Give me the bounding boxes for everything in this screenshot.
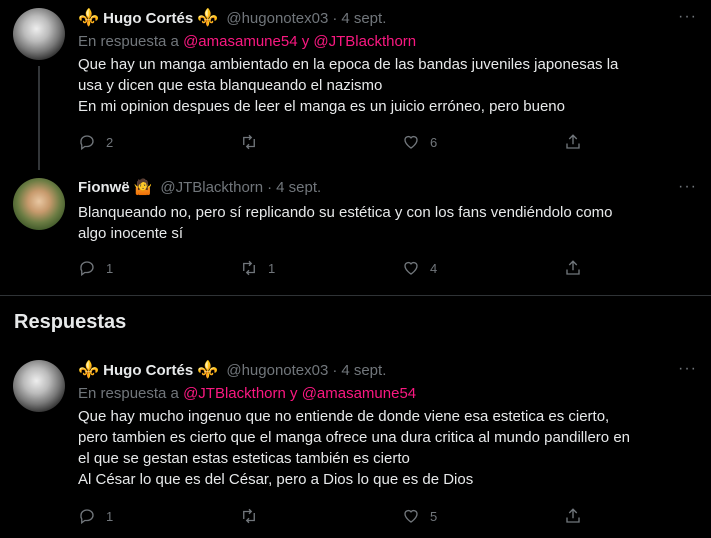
author-name[interactable]: Fionwë [78, 179, 130, 196]
share-button[interactable] [564, 506, 592, 526]
share-icon [566, 134, 580, 149]
share-button[interactable] [564, 258, 592, 278]
reply-prefix: En respuesta a [78, 385, 179, 402]
tweet-date[interactable]: 4 sept. [276, 179, 321, 196]
like-button[interactable]: 4 [402, 258, 564, 278]
avatar[interactable] [13, 8, 65, 60]
avatar[interactable] [13, 178, 65, 230]
tweet-header: ⚜️ Hugo Cortés ⚜️ @hugonotex03 · 4 sept. [78, 8, 386, 28]
tweet-text: Que hay mucho ingenuo que no entiende de… [78, 406, 698, 490]
retweet-button[interactable] [240, 506, 402, 526]
text-line: Blanqueando no, pero sí replicando su es… [78, 204, 613, 221]
author-handle[interactable]: @hugonotex03 [226, 362, 328, 379]
like-button[interactable]: 5 [402, 506, 564, 526]
section-divider [0, 295, 711, 296]
reply-join: y [290, 385, 298, 402]
reply-button[interactable]: 1 [78, 506, 240, 526]
reply-button[interactable]: 2 [78, 132, 240, 152]
retweet-count: 1 [268, 260, 276, 276]
tweet-date[interactable]: 4 sept. [341, 362, 386, 379]
share-button[interactable] [564, 132, 592, 152]
like-count: 5 [430, 508, 438, 524]
tweet-actions: 1 5 [78, 506, 598, 526]
separator-dot: · [332, 9, 338, 27]
text-line: En mi opinion despues de leer el manga e… [78, 98, 565, 115]
share-icon [566, 508, 580, 523]
thread-connector [38, 66, 40, 170]
author-handle[interactable]: @JTBlackthorn [160, 179, 263, 196]
reply-join: y [301, 33, 310, 50]
reply-count: 1 [106, 260, 114, 276]
mention-link[interactable]: @amasamune54 [183, 33, 297, 50]
heart-icon [404, 261, 418, 275]
reply-icon [80, 261, 94, 277]
fleur-de-lis-icon: ⚜️ [78, 360, 100, 379]
fleur-de-lis-icon: ⚜️ [197, 8, 219, 27]
avatar[interactable] [13, 360, 65, 412]
separator-dot: · [267, 178, 273, 196]
tweet-date[interactable]: 4 sept. [341, 10, 386, 27]
tweet-3[interactable]: ⚜️ Hugo Cortés ⚜️ @hugonotex03 · 4 sept.… [0, 352, 711, 538]
mention-link[interactable]: @JTBlackthorn [313, 33, 416, 50]
more-options-icon[interactable]: ··· [678, 360, 697, 378]
more-options-icon[interactable]: ··· [678, 8, 697, 26]
reply-button[interactable]: 1 [78, 258, 240, 278]
text-line: pero tambien es cierto que el manga ofre… [78, 429, 630, 446]
text-line: Que hay un manga ambientado en la epoca … [78, 56, 619, 73]
retweet-icon [243, 260, 255, 276]
retweet-button[interactable] [240, 132, 402, 152]
text-line: usa y dicen que esta blanqueando el nazi… [78, 77, 383, 94]
heart-icon [404, 135, 418, 149]
reply-context: En respuesta a @amasamune54 y @JTBlackth… [78, 33, 416, 50]
text-line: algo inocente sí [78, 225, 184, 242]
tweet-actions: 1 1 4 [78, 258, 598, 278]
more-options-icon[interactable]: ··· [678, 178, 697, 196]
text-line: el que se gestan estas esteticas también… [78, 450, 410, 467]
like-count: 6 [430, 134, 438, 150]
author-name[interactable]: Hugo Cortés [103, 10, 193, 27]
reply-prefix: En respuesta a [78, 33, 179, 50]
mention-link[interactable]: @amasamune54 [302, 385, 416, 402]
separator-dot: · [332, 361, 338, 379]
like-count: 4 [430, 260, 438, 276]
mention-link[interactable]: @JTBlackthorn [183, 385, 286, 402]
author-handle[interactable]: @hugonotex03 [226, 10, 328, 27]
tweet-text: Blanqueando no, pero sí replicando su es… [78, 202, 698, 244]
replies-section-title: Respuestas [14, 311, 127, 333]
tweet-actions: 2 6 [78, 132, 598, 152]
reply-count: 1 [106, 508, 114, 524]
fleur-de-lis-icon: ⚜️ [78, 8, 100, 27]
tweet-text: Que hay un manga ambientado en la epoca … [78, 54, 698, 117]
author-name[interactable]: Hugo Cortés [103, 362, 193, 379]
reply-count: 2 [106, 134, 114, 150]
retweet-icon [243, 508, 255, 524]
fleur-de-lis-icon: ⚜️ [197, 360, 219, 379]
tweet-header: ⚜️ Hugo Cortés ⚜️ @hugonotex03 · 4 sept. [78, 360, 386, 380]
like-button[interactable]: 6 [402, 132, 564, 152]
heart-icon [404, 509, 418, 523]
share-icon [566, 260, 580, 275]
tweet-header: Fionwë 🤷 @JTBlackthorn · 4 sept. [78, 178, 321, 197]
retweet-icon [243, 134, 255, 150]
shrug-emoji-icon: 🤷 [133, 179, 153, 196]
reply-icon [80, 135, 94, 151]
text-line: Al César lo que es del César, pero a Dio… [78, 471, 474, 488]
tweet-1[interactable]: ⚜️ Hugo Cortés ⚜️ @hugonotex03 · 4 sept.… [0, 0, 711, 170]
reply-context: En respuesta a @JTBlackthorn y @amasamun… [78, 385, 416, 402]
text-line: Que hay mucho ingenuo que no entiende de… [78, 408, 610, 425]
retweet-button[interactable]: 1 [240, 258, 402, 278]
tweet-2[interactable]: Fionwë 🤷 @JTBlackthorn · 4 sept. ··· Bla… [0, 170, 711, 295]
reply-icon [80, 509, 94, 525]
